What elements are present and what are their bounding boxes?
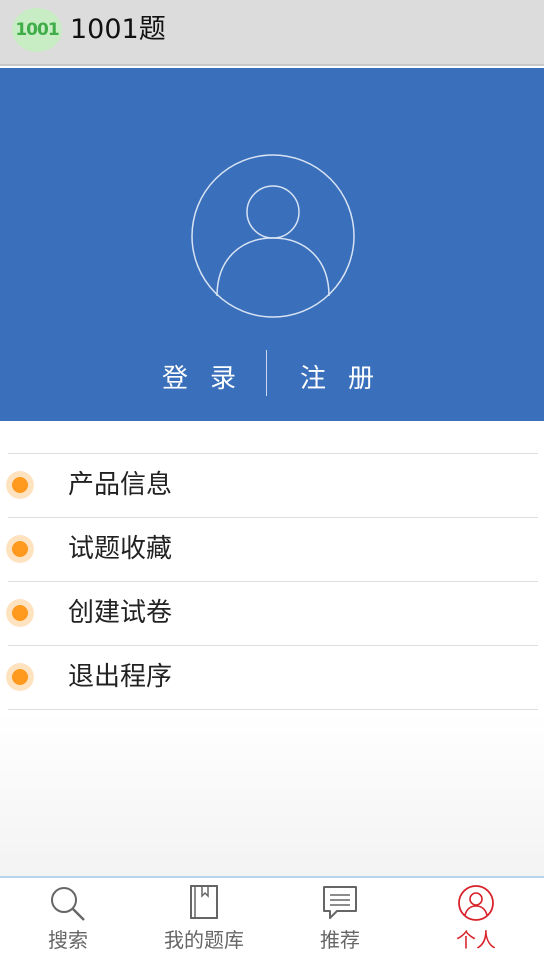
user-icon [458, 885, 494, 921]
tab-my-library[interactable]: 我的题库 [136, 878, 272, 952]
tab-recommend[interactable]: 推荐 [272, 878, 408, 952]
menu-item-label: 产品信息 [68, 470, 173, 500]
book-icon [190, 885, 218, 919]
menu-item-label: 试题收藏 [68, 534, 173, 564]
tab-label: 个人 [456, 928, 496, 952]
tab-label: 搜索 [48, 928, 88, 952]
search-icon [51, 887, 85, 921]
app-logo: 1001 [12, 8, 62, 52]
menu-item-label: 退出程序 [68, 662, 173, 692]
menu-item-product-info[interactable]: 产品信息 [6, 454, 538, 518]
orange-dot-icon [6, 535, 34, 563]
divider [266, 350, 267, 396]
menu-item-favorites[interactable]: 试题收藏 [6, 518, 538, 582]
login-button[interactable]: 登录 [140, 358, 258, 395]
app-bar: 1001 1001题 [0, 0, 544, 66]
register-button[interactable]: 注册 [278, 358, 396, 395]
orange-dot-icon [6, 663, 34, 691]
orange-dot-icon [6, 471, 34, 499]
message-icon [323, 886, 357, 919]
tab-search[interactable]: 搜索 [0, 878, 136, 952]
tab-personal[interactable]: 个人 [408, 878, 544, 952]
tab-label: 我的题库 [164, 928, 244, 952]
menu-item-label: 创建试卷 [68, 598, 173, 628]
menu-item-exit[interactable]: 退出程序 [6, 646, 538, 710]
app-title: 1001题 [70, 14, 166, 45]
menu-list: 产品信息 试题收藏 创建试卷 退出程序 [6, 453, 538, 710]
bottom-tab-bar: 搜索 我的题库 推荐 个人 [0, 876, 544, 952]
tab-label: 推荐 [320, 928, 360, 952]
empty-area [0, 711, 544, 876]
orange-dot-icon [6, 599, 34, 627]
menu-item-create-paper[interactable]: 创建试卷 [6, 582, 538, 646]
auth-row: 登录 注册 [0, 350, 544, 398]
profile-header: 登录 注册 [0, 68, 544, 421]
user-avatar-outline-icon[interactable] [191, 154, 355, 318]
